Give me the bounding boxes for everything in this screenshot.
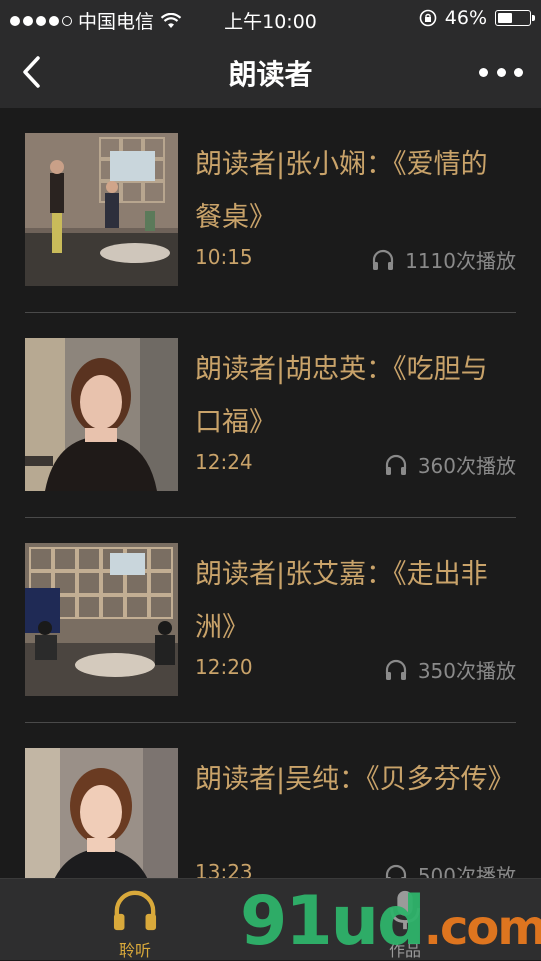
episode-title[interactable]: 朗读者|张艾嘉：《走出非洲》 xyxy=(195,548,505,654)
watermark-logo: 91ud.com xyxy=(240,882,541,961)
more-dot-icon xyxy=(479,67,488,77)
status-right: 46% xyxy=(419,7,535,29)
more-dot-icon xyxy=(496,67,506,77)
headphones-icon xyxy=(385,454,406,475)
battery-percent: 46% xyxy=(444,7,487,29)
episode-thumbnail[interactable] xyxy=(25,133,178,286)
orientation-lock-icon xyxy=(419,9,437,27)
list-item[interactable]: 朗读者|张艾嘉：《走出非洲》 12:20 350次播放 xyxy=(25,518,516,723)
page-title: 朗读者 xyxy=(228,58,313,91)
list-item[interactable]: 朗读者|胡忠英：《吃胆与口福》 12:24 360次播放 xyxy=(25,313,516,518)
episode-duration: 12:24 xyxy=(195,450,253,474)
more-options-button[interactable] xyxy=(479,60,523,84)
episode-duration: 10:15 xyxy=(195,245,253,269)
episode-title[interactable]: 朗读者|吴纯：《贝多芬传》 xyxy=(195,753,515,806)
tab-listen-label: 聆听 xyxy=(118,941,151,960)
play-count: 350次播放 xyxy=(384,655,516,684)
episode-list: 朗读者|张小娴：《爱情的餐桌》 10:15 1110次播放 朗读者|胡忠英：《吃… xyxy=(25,108,516,927)
episode-title[interactable]: 朗读者|胡忠英：《吃胆与口福》 xyxy=(195,343,505,449)
nav-bar: 朗读者 xyxy=(0,36,541,108)
battery-icon xyxy=(495,10,535,26)
tab-listen[interactable]: 聆听 xyxy=(75,879,195,961)
headphones-icon xyxy=(372,249,394,270)
episode-duration: 12:20 xyxy=(195,655,253,679)
play-count-label: 350次播放 xyxy=(417,659,516,683)
headphones-icon xyxy=(385,659,406,680)
list-item[interactable]: 朗读者|张小娴：《爱情的餐桌》 10:15 1110次播放 xyxy=(25,108,516,313)
play-count: 360次播放 xyxy=(384,450,516,479)
status-bar: 中国电信 上午10:00 46% xyxy=(0,0,541,36)
play-count-label: 1110次播放 xyxy=(405,249,516,273)
headphones-icon xyxy=(113,890,157,931)
play-count: 1110次播放 xyxy=(371,245,516,274)
episode-title[interactable]: 朗读者|张小娴：《爱情的餐桌》 xyxy=(195,138,505,244)
more-dot-icon xyxy=(514,67,523,77)
episode-thumbnail[interactable] xyxy=(25,543,178,696)
episode-thumbnail[interactable] xyxy=(25,338,178,491)
play-count-label: 360次播放 xyxy=(417,454,516,478)
